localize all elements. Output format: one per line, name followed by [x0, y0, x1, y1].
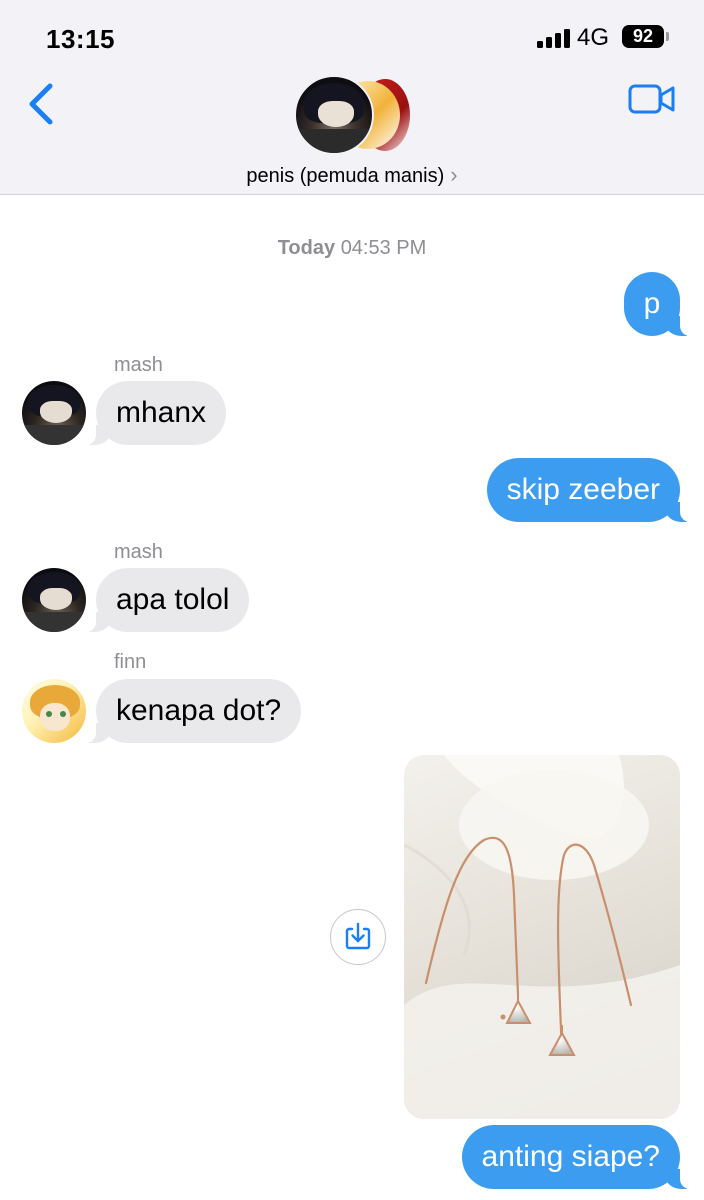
sender-name: mash	[114, 354, 163, 376]
outgoing-message-bubble[interactable]: skip zeeber	[486, 458, 693, 522]
battery-icon: 92	[622, 25, 664, 48]
outgoing-message-bubble[interactable]: p	[624, 272, 692, 336]
battery-tip	[666, 32, 669, 41]
timestamp-day: Today	[277, 237, 336, 259]
sender-avatar-mash[interactable]	[22, 381, 86, 445]
cellular-signal-icon	[537, 28, 571, 48]
member-avatar-1	[294, 75, 374, 155]
save-to-photos-icon	[345, 922, 371, 950]
earrings-image	[404, 755, 680, 1119]
network-type: 4G	[577, 24, 610, 51]
incoming-message-bubble[interactable]: mhanx	[83, 381, 227, 445]
chevron-right-icon: ›	[450, 162, 458, 187]
group-title[interactable]: penis (pemuda manis) ›	[0, 162, 704, 188]
sender-avatar-mash[interactable]	[22, 568, 86, 632]
sender-avatar-finn[interactable]	[22, 679, 86, 743]
timestamp-time: 04:53 PM	[340, 237, 427, 259]
save-image-button[interactable]	[330, 909, 386, 965]
sender-name: finn	[114, 651, 147, 673]
chevron-left-icon[interactable]	[24, 80, 58, 128]
video-camera-icon[interactable]	[628, 82, 676, 116]
group-avatar-stack[interactable]	[294, 75, 414, 155]
chat-header: 13:15 4G 92 penis (pemuda manis) ›	[0, 0, 704, 195]
earrings-photo[interactable]	[404, 755, 680, 1119]
outgoing-message-bubble[interactable]: anting siape?	[461, 1125, 693, 1189]
group-title-text: penis (pemuda manis)	[246, 165, 445, 187]
incoming-message-bubble[interactable]: apa tolol	[83, 568, 250, 632]
conversation-timestamp: Today 04:53 PM	[0, 237, 704, 260]
incoming-message-bubble[interactable]: kenapa dot?	[83, 679, 302, 743]
sender-name: mash	[114, 541, 163, 563]
status-time: 13:15	[46, 24, 115, 54]
